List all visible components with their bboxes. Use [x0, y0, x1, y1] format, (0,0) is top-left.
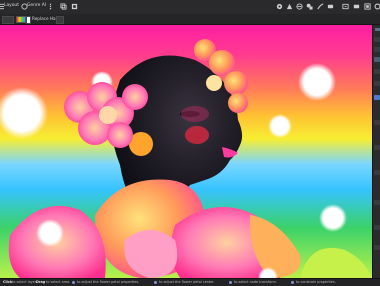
- brush-tool-icon[interactable]: [317, 3, 324, 10]
- pen-tool-icon[interactable]: [286, 3, 293, 10]
- fill-tool-icon[interactable]: [327, 3, 334, 10]
- modifier-icon: [72, 281, 75, 284]
- orb: [319, 204, 347, 232]
- orb: [268, 114, 292, 138]
- modifier-icon: [154, 281, 157, 284]
- export-icon[interactable]: [342, 3, 349, 10]
- move-tool-icon[interactable]: [276, 3, 283, 10]
- status-hint: to select node transform.: [234, 280, 277, 284]
- layout-label[interactable]: Layout: [4, 3, 19, 8]
- panel-button[interactable]: [374, 245, 380, 250]
- panel-button[interactable]: [374, 225, 380, 230]
- view-icon[interactable]: [364, 3, 371, 10]
- top-toolbar: Layout Genre AI: [0, 0, 380, 15]
- duplicate-icon[interactable]: [60, 3, 67, 10]
- shape-tool-icon[interactable]: [306, 3, 313, 10]
- modifier-icon: [229, 281, 232, 284]
- panel-tab[interactable]: [374, 28, 380, 31]
- color-swatch[interactable]: [16, 16, 26, 23]
- status-hint: to adjust the flower petal center.: [159, 280, 215, 284]
- right-panel: [372, 25, 380, 278]
- panel-button[interactable]: [374, 120, 380, 125]
- settings-icon[interactable]: [374, 3, 380, 10]
- tool-dropdown[interactable]: [2, 15, 14, 24]
- panel-button[interactable]: [374, 37, 380, 42]
- status-hint: to adjust the flower petal properties.: [77, 280, 140, 284]
- orb: [298, 63, 336, 101]
- panel-button[interactable]: [374, 81, 380, 86]
- modifier-icon: [291, 281, 294, 284]
- panel-button[interactable]: [374, 57, 380, 62]
- share-icon[interactable]: [353, 3, 360, 10]
- status-hint: to constrain properties.: [296, 280, 336, 284]
- mode-dropdown[interactable]: [56, 15, 64, 24]
- panel-button[interactable]: [374, 95, 380, 100]
- panel-button[interactable]: [374, 170, 380, 175]
- more-icon[interactable]: [47, 3, 54, 10]
- status-hint: Click: [3, 280, 13, 284]
- panel-button[interactable]: [374, 145, 380, 150]
- document-canvas[interactable]: [0, 25, 372, 278]
- eyeshadow: [181, 106, 209, 122]
- cheek-blush: [185, 126, 209, 144]
- node-tool-icon[interactable]: [296, 3, 303, 10]
- panel-button[interactable]: [374, 200, 380, 205]
- status-hint: to select area.: [46, 280, 71, 284]
- context-toolbar: Replace Hand: [0, 14, 380, 25]
- panel-button[interactable]: [374, 69, 380, 74]
- white-swatch[interactable]: [26, 15, 31, 24]
- artwork: [0, 25, 372, 278]
- status-hint: to select layer.: [12, 280, 37, 284]
- status-hint: Drag: [36, 280, 46, 284]
- grid-icon[interactable]: [71, 3, 78, 10]
- persona-label[interactable]: Genre AI: [27, 3, 46, 8]
- panel-button[interactable]: [374, 47, 380, 52]
